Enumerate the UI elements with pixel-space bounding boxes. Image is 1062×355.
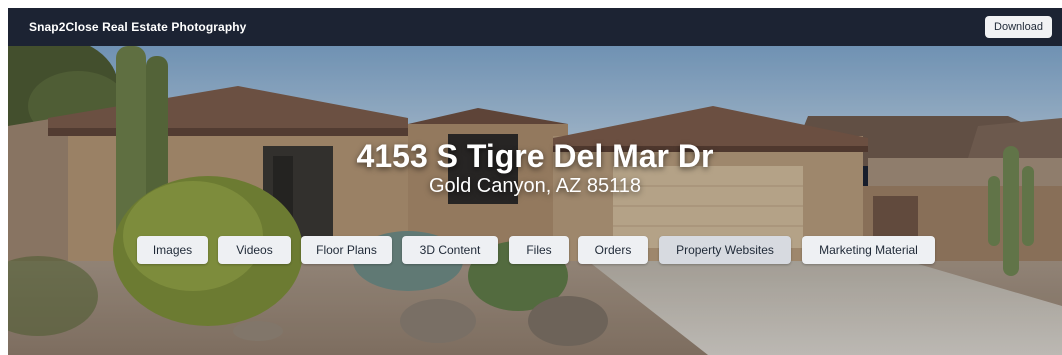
property-city: Gold Canyon, AZ 85118 [429,175,641,197]
top-bar: Snap2Close Real Estate Photography Downl… [8,8,1062,46]
nav-files-button[interactable]: Files [509,236,569,264]
hero-overlay [8,46,1062,355]
download-button[interactable]: Download [985,16,1052,38]
nav-videos-button[interactable]: Videos [218,236,291,264]
media-nav: Images Videos Floor Plans 3D Content Fil… [8,236,1062,264]
nav-orders-button[interactable]: Orders [578,236,648,264]
property-address: 4153 S Tigre Del Mar Dr [356,138,714,174]
brand-name: Snap2Close Real Estate Photography [29,20,247,34]
nav-marketing-material-button[interactable]: Marketing Material [802,236,935,264]
nav-floor-plans-button[interactable]: Floor Plans [301,236,392,264]
app-frame: Snap2Close Real Estate Photography Downl… [8,8,1062,355]
nav-property-websites-button[interactable]: Property Websites [659,236,791,264]
nav-3d-content-button[interactable]: 3D Content [402,236,498,264]
property-hero: 4153 S Tigre Del Mar Dr Gold Canyon, AZ … [8,46,1062,355]
nav-images-button[interactable]: Images [137,236,208,264]
